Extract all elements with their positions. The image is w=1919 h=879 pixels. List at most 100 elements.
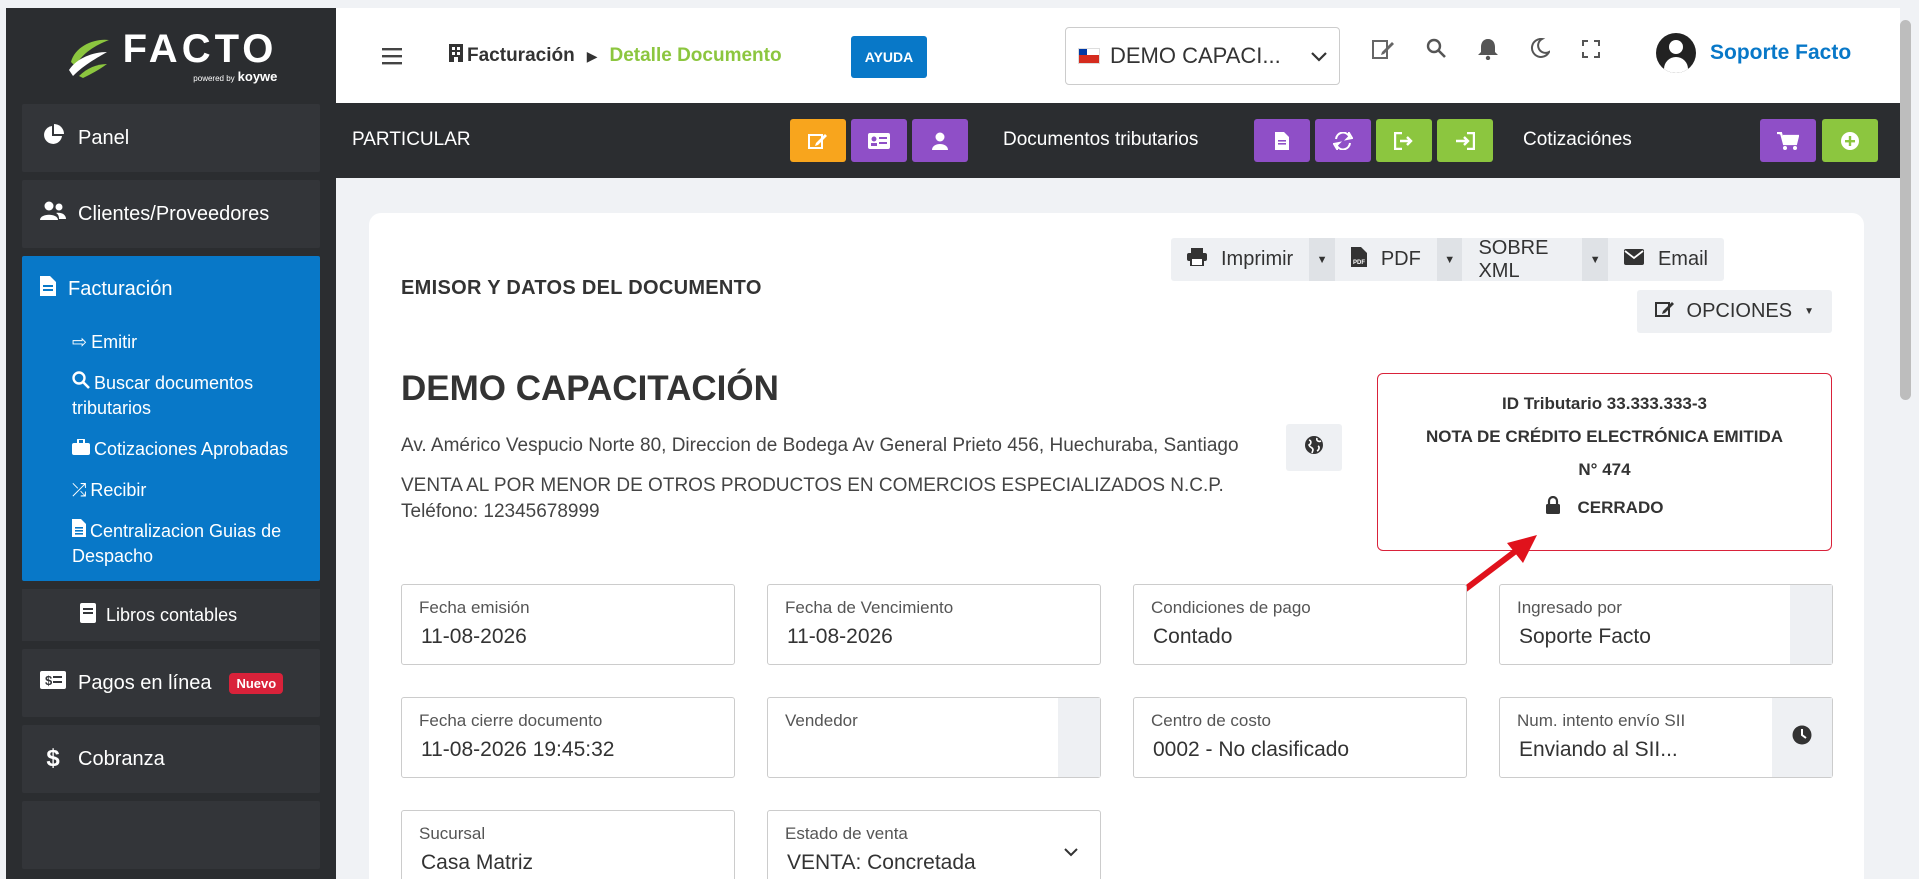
xml-dropdown-toggle[interactable]: ▼ [1582, 238, 1608, 281]
company-info: VENTA AL POR MENOR DE OTROS PRODUCTOS EN… [401, 473, 1224, 525]
facto-logo[interactable]: FACTO powered by koywe [6, 8, 336, 104]
breadcrumb: Facturación ▶ Detalle Documento [449, 44, 782, 68]
field-value: Soporte Facto [1519, 625, 1651, 648]
field-ingresado-por[interactable]: Ingresado por Soporte Facto [1499, 584, 1833, 665]
sidebar-subitem-cotizaciones[interactable]: Cotizaciones Aprobadas [22, 429, 320, 470]
briefcase-icon [72, 438, 90, 459]
users-icon [40, 201, 66, 227]
chevron-down-icon [1064, 841, 1078, 862]
field-intento-envio[interactable]: Num. intento envío SII Enviando al SII..… [1499, 697, 1833, 778]
field-fecha-emision[interactable]: Fecha emisión 11-08-2026 [401, 584, 735, 665]
sidebar-group-facturacion: Facturación ⇨ Emitir Buscar documentos tr… [22, 256, 320, 581]
sidebar-subitem-recibir[interactable]: ⤮ Recibir [22, 470, 320, 511]
sign-out-icon: ⇨ [72, 332, 88, 352]
fullscreen-icon[interactable] [1582, 38, 1600, 66]
field-sucursal[interactable]: Sucursal Casa Matriz [401, 810, 735, 879]
sidebar-item-cobranza[interactable]: $ Cobranza [22, 725, 320, 793]
document-type: NOTA DE CRÉDITO ELECTRÓNICA EMITIDA [1426, 427, 1783, 446]
exchange-button[interactable] [1315, 119, 1371, 162]
user-menu[interactable]: Soporte Facto [1656, 33, 1851, 73]
field-addon[interactable] [1058, 698, 1100, 777]
search-icon [72, 371, 90, 393]
printer-icon [1187, 247, 1207, 272]
sidebar-item-label: Pagos en línea [78, 671, 212, 694]
company-select[interactable]: DEMO CAPACI... [1065, 27, 1340, 85]
breadcrumb-facturacion[interactable]: Facturación [467, 45, 575, 67]
field-label: Sucursal [419, 824, 486, 843]
sidebar-subitem-buscar[interactable]: Buscar documentos tributarios [22, 363, 320, 429]
bell-icon[interactable] [1478, 38, 1498, 66]
sidebar: FACTO powered by koywe Panel Clientes/Pro… [6, 8, 336, 879]
field-value: Casa Matriz [421, 851, 534, 874]
brand-name: FACTO [122, 26, 278, 71]
globe-button[interactable] [1286, 424, 1342, 471]
document-actions: Imprimir ▼ PDF PDF ▼ SOBRE XML ▼ Email [1171, 237, 1724, 282]
import-button[interactable] [1437, 119, 1493, 162]
particular-label: PARTICULAR [352, 129, 471, 150]
document-button[interactable] [1254, 119, 1310, 162]
page-scrollbar[interactable] [1900, 20, 1911, 400]
field-vendedor[interactable]: Vendedor [767, 697, 1101, 778]
sidebar-item-panel[interactable]: Panel [22, 104, 320, 172]
sidebar-item-label: Clientes/Proveedores [78, 202, 270, 225]
print-button[interactable]: Imprimir [1171, 238, 1309, 281]
dollar-icon: $ [46, 745, 60, 772]
field-value: Enviando al SII... [1519, 738, 1678, 761]
add-button[interactable] [1822, 119, 1878, 162]
history-button[interactable] [1772, 698, 1832, 777]
top-header: Facturación ▶ Detalle Documento AYUDA DE… [336, 8, 1900, 103]
field-centro-costo[interactable]: Centro de costo 0002 - No clasificado [1133, 697, 1467, 778]
chile-flag-icon [1078, 48, 1100, 64]
building-icon [449, 44, 463, 68]
sidebar-item-clientes[interactable]: Clientes/Proveedores [22, 180, 320, 248]
cart-button[interactable] [1760, 119, 1816, 162]
field-fecha-vencimiento[interactable]: Fecha de Vencimiento 11-08-2026 [767, 584, 1101, 665]
sign-document-icon[interactable] [1372, 38, 1394, 66]
field-estado-venta[interactable]: Estado de venta VENTA: Concretada [767, 810, 1101, 879]
sidebar-item-more[interactable] [22, 801, 320, 869]
cart-icon [1777, 131, 1799, 150]
edit-button[interactable] [790, 119, 846, 162]
field-label: Estado de venta [785, 824, 908, 843]
sidebar-subitem-libros[interactable]: Libros contables [22, 589, 320, 641]
file-icon [1275, 131, 1289, 150]
caret-right-icon: ▶ [586, 47, 598, 64]
user-button[interactable] [912, 119, 968, 162]
xml-button[interactable]: SOBRE XML [1462, 237, 1582, 282]
money-icon: $ [40, 671, 66, 695]
field-value: 11-08-2026 19:45:32 [421, 738, 615, 761]
field-label: Fecha cierre documento [419, 711, 603, 730]
print-dropdown-toggle[interactable]: ▼ [1309, 238, 1335, 281]
caret-down-icon: ▼ [1316, 253, 1328, 266]
company-name: DEMO CAPACITACIÓN [401, 369, 779, 408]
sidebar-item-label: Cobranza [78, 747, 165, 770]
sign-in-icon [1456, 131, 1475, 150]
hamburger-menu-icon[interactable] [382, 44, 404, 72]
field-condiciones-pago[interactable]: Condiciones de pago Contado [1133, 584, 1467, 665]
pdf-dropdown-toggle[interactable]: ▼ [1436, 238, 1463, 281]
email-button[interactable]: Email [1608, 238, 1724, 281]
sidebar-subitem-emitir[interactable]: ⇨ Emitir [22, 322, 320, 363]
help-button[interactable]: AYUDA [851, 36, 927, 78]
lock-icon [1545, 495, 1560, 519]
sidebar-item-pagos[interactable]: $ Pagos en línea Nuevo [22, 649, 320, 717]
options-button[interactable]: OPCIONES ▼ [1636, 290, 1832, 333]
file-icon [72, 519, 86, 541]
field-fecha-cierre[interactable]: Fecha cierre documento 11-08-2026 19:45:… [401, 697, 735, 778]
export-button[interactable] [1376, 119, 1432, 162]
search-icon[interactable] [1426, 38, 1446, 66]
user-name: Soporte Facto [1710, 41, 1852, 64]
svg-text:$: $ [45, 673, 53, 688]
field-value: 0002 - No clasificado [1153, 738, 1350, 761]
field-label: Centro de costo [1151, 711, 1272, 730]
pie-chart-icon [40, 124, 66, 152]
sidebar-subitem-centralizacion[interactable]: Centralizacion Guias de Despacho [22, 511, 320, 577]
document-card: EMISOR Y DATOS DEL DOCUMENTO Imprimir ▼ … [369, 213, 1864, 879]
company-phone: Teléfono: 12345678999 [401, 501, 600, 522]
pdf-button[interactable]: PDF PDF [1335, 238, 1437, 281]
id-card-button[interactable] [851, 119, 907, 162]
id-card-icon [868, 132, 890, 149]
subitem-label: Buscar documentos tributarios [72, 373, 254, 418]
moon-icon[interactable] [1530, 37, 1552, 66]
sidebar-item-facturacion[interactable]: Facturación [22, 256, 320, 322]
